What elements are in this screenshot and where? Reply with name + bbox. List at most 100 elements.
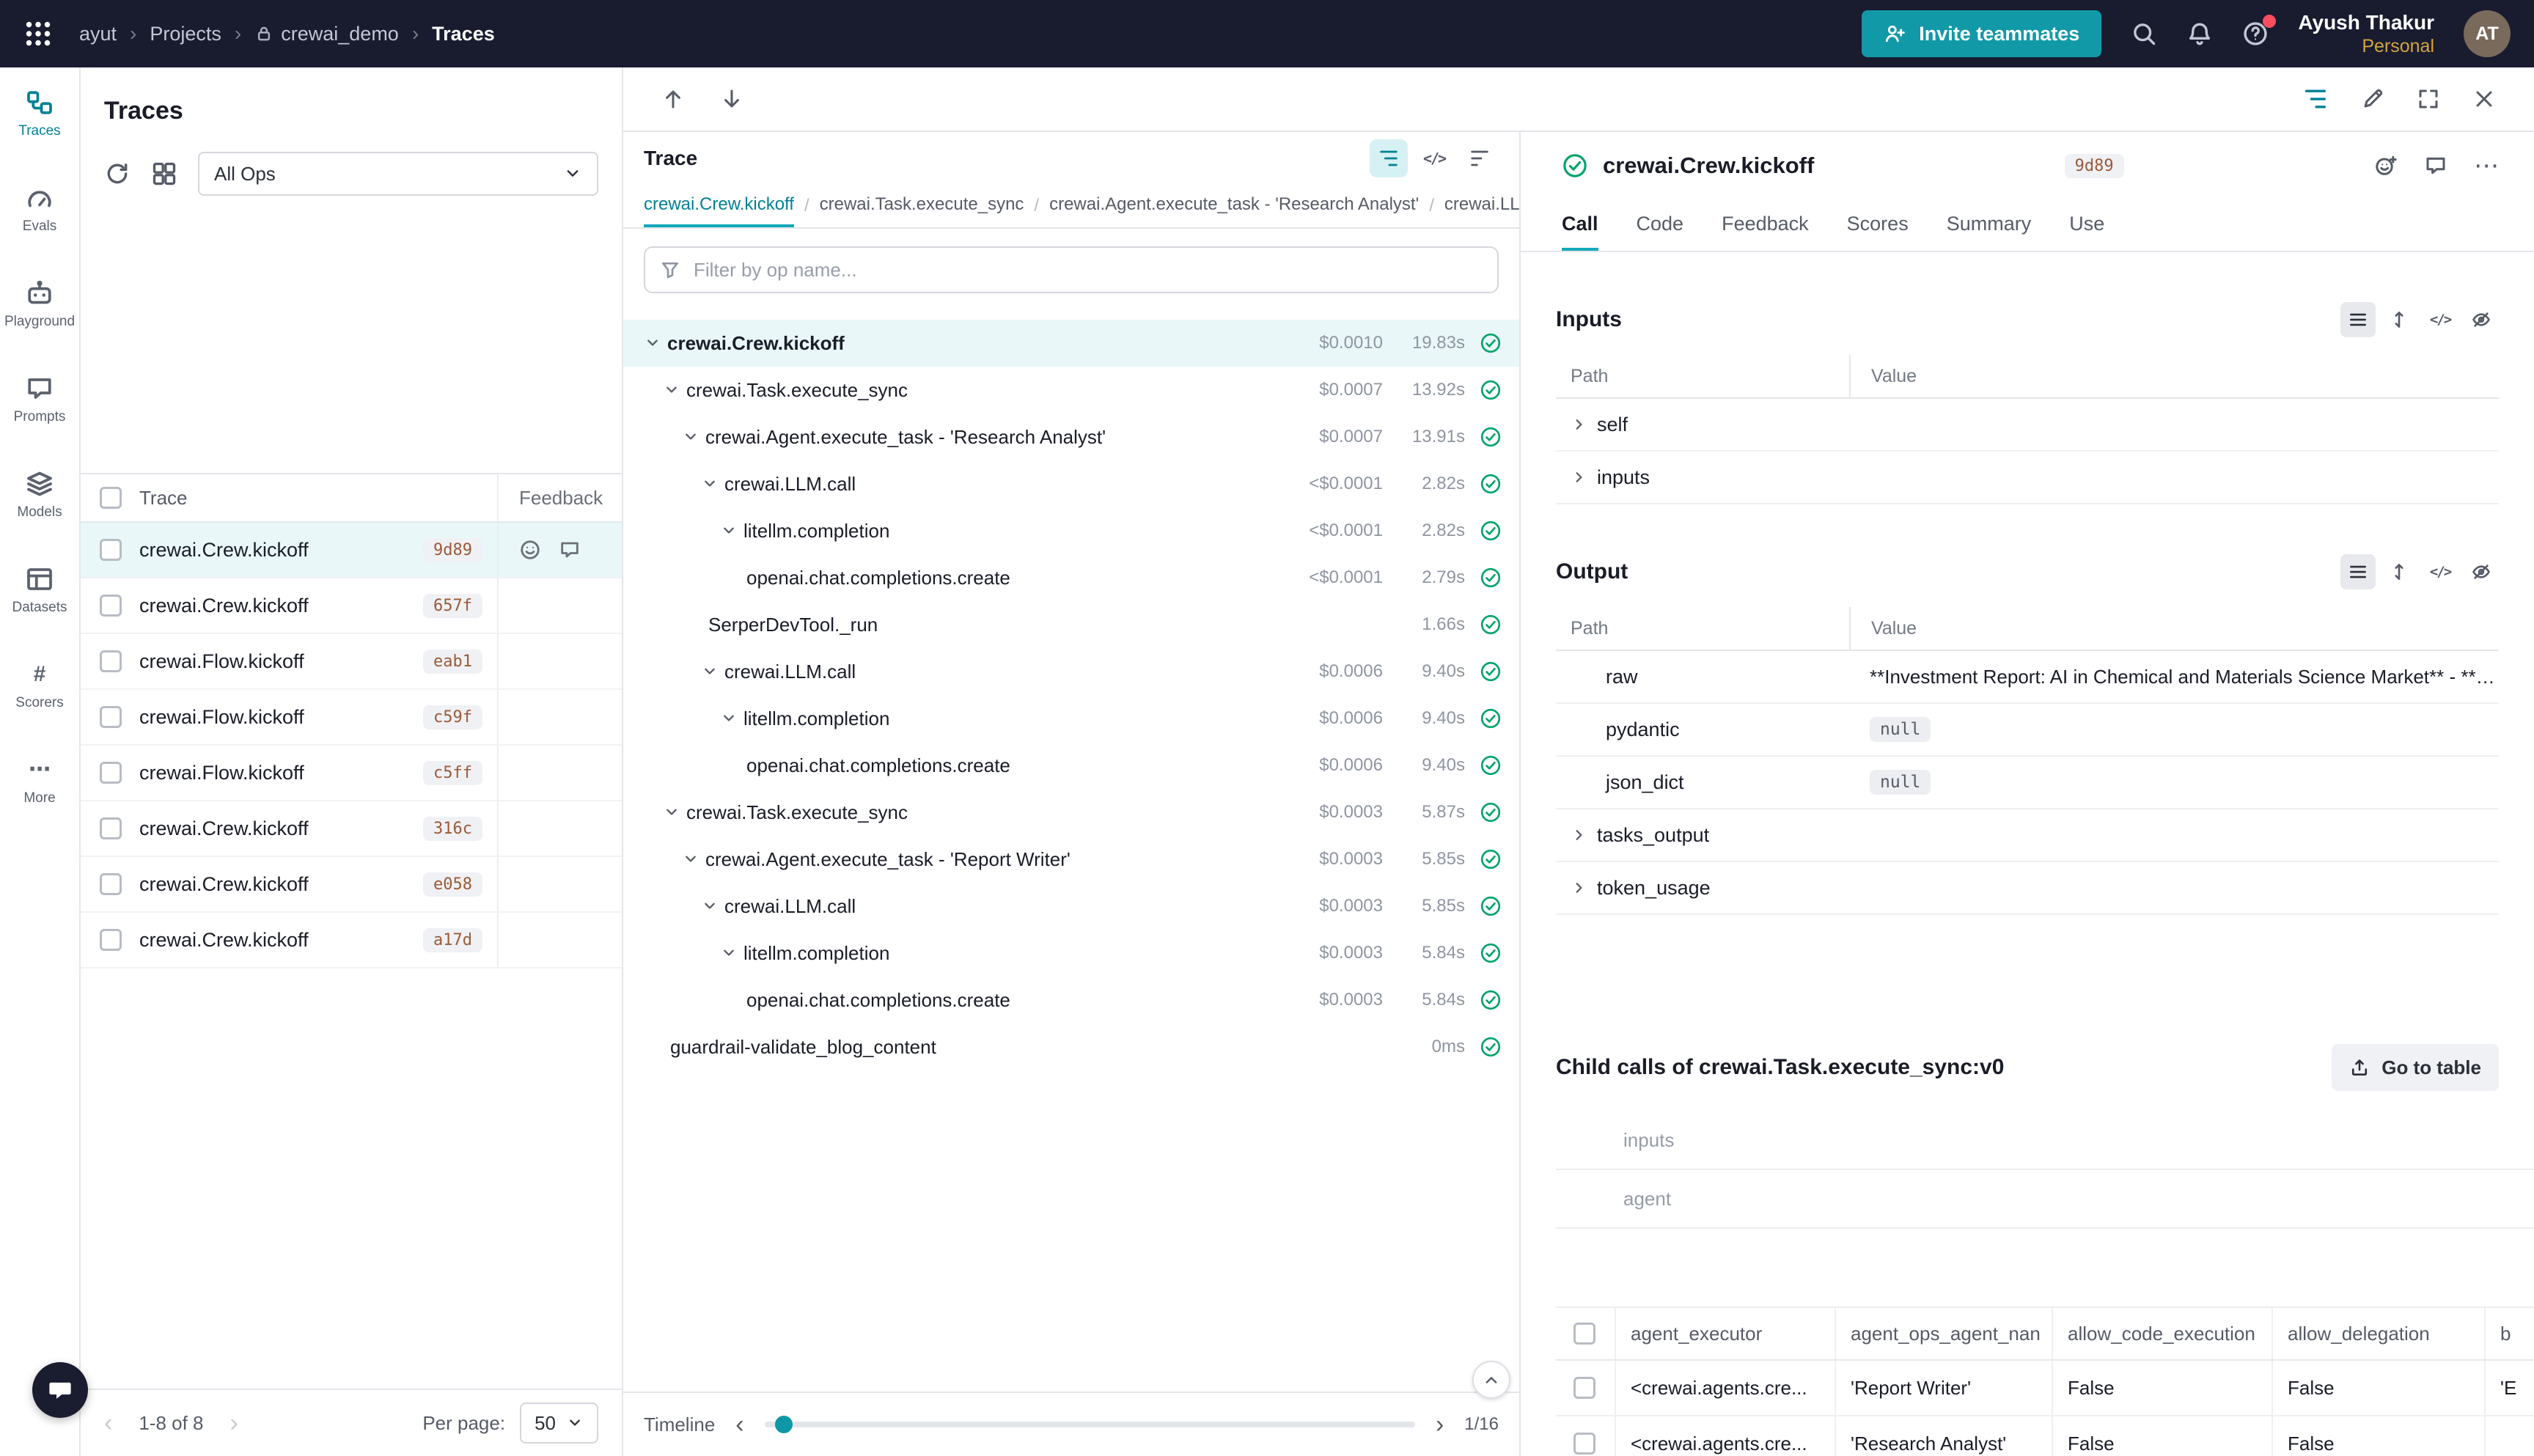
refresh-button[interactable]: [104, 161, 131, 187]
avatar[interactable]: AT: [2464, 10, 2511, 57]
column-header-feedback[interactable]: Feedback: [497, 474, 622, 521]
hide-values-button[interactable]: [2464, 554, 2499, 589]
trace-tree-row[interactable]: crewai.Task.execute_sync$0.000713.92s: [623, 367, 1519, 413]
expand-row-icon[interactable]: [1571, 416, 1588, 433]
child-call-row[interactable]: <crewai.agents.cre...'Report Writer'Fals…: [1556, 1361, 2534, 1416]
code-json-button[interactable]: </>: [2423, 302, 2458, 337]
help-button[interactable]: [2242, 21, 2269, 47]
tab-code[interactable]: Code: [1637, 199, 1684, 251]
columns-settings-button[interactable]: [151, 161, 177, 187]
next-call-button[interactable]: [720, 87, 743, 111]
sidebar-item-traces[interactable]: Traces: [3, 88, 76, 139]
op-name-filter-input[interactable]: [694, 259, 1483, 282]
support-chat-button[interactable]: [32, 1362, 88, 1418]
prev-page-button[interactable]: ‹: [104, 1411, 112, 1435]
tab-feedback[interactable]: Feedback: [1722, 199, 1809, 251]
expand-collapse-icon[interactable]: [701, 897, 719, 915]
trace-op-name[interactable]: crewai.Flow.kickoff: [139, 762, 304, 784]
trace-tree-row[interactable]: litellm.completion$0.00069.40s: [623, 695, 1519, 742]
trace-tree-row[interactable]: crewai.Agent.execute_task - 'Report Writ…: [623, 836, 1519, 883]
trace-path-chip[interactable]: crewai.Agent.execute_task - 'Research An…: [1049, 185, 1419, 227]
comment-icon[interactable]: [559, 539, 581, 561]
code-json-button[interactable]: </>: [2423, 554, 2458, 589]
timeline-slider-handle[interactable]: [775, 1416, 793, 1433]
expand-collapse-icon[interactable]: [701, 475, 719, 493]
trace-op-name[interactable]: crewai.Crew.kickoff: [139, 595, 309, 617]
trace-tree-row[interactable]: openai.chat.completions.create$0.00069.4…: [623, 742, 1519, 789]
tab-scores[interactable]: Scores: [1847, 199, 1909, 251]
call-id-badge[interactable]: eab1: [423, 650, 482, 674]
trace-op-name[interactable]: crewai.Crew.kickoff: [139, 929, 309, 952]
trace-path-chip[interactable]: crewai.LLM.cal: [1444, 185, 1519, 227]
trace-tree-row[interactable]: crewai.Crew.kickoff$0.001019.83s: [623, 320, 1519, 367]
sidebar-item-evals[interactable]: Evals: [3, 183, 76, 235]
edit-icon[interactable]: [2361, 87, 2384, 111]
code-view-button[interactable]: </>: [1415, 139, 1453, 177]
call-id-badge[interactable]: a17d: [423, 928, 482, 952]
trace-tree-row[interactable]: guardrail-validate_blog_content0ms: [623, 1023, 1519, 1070]
trace-row[interactable]: crewai.Crew.kickoff a17d: [81, 913, 622, 968]
expand-row-icon[interactable]: [1571, 879, 1588, 897]
trace-row[interactable]: crewai.Flow.kickoff eab1: [81, 634, 622, 690]
trace-row[interactable]: crewai.Crew.kickoff 657f: [81, 578, 622, 634]
ops-filter-select[interactable]: All Ops: [198, 152, 598, 196]
trace-path-chip[interactable]: crewai.Crew.kickoff: [644, 185, 794, 227]
breadcrumb-crewai_demo[interactable]: crewai_demo: [254, 23, 399, 45]
row-checkbox[interactable]: [1573, 1377, 1595, 1399]
expand-collapse-icon[interactable]: [720, 944, 738, 962]
trace-tree-row[interactable]: crewai.LLM.call$0.00035.85s: [623, 883, 1519, 930]
expand-row-icon[interactable]: [1571, 468, 1588, 486]
close-icon[interactable]: [2472, 87, 2496, 111]
next-page-button[interactable]: ›: [230, 1411, 238, 1435]
call-id-badge[interactable]: c5ff: [423, 761, 482, 785]
expand-row-icon[interactable]: [1571, 826, 1588, 844]
kv-row-inputs[interactable]: inputs: [1556, 452, 2499, 504]
breadcrumb-traces[interactable]: Traces: [432, 23, 495, 45]
trace-tree-row[interactable]: SerperDevTool._run1.66s: [623, 601, 1519, 648]
trace-tree-row[interactable]: openai.chat.completions.create<$0.00012.…: [623, 554, 1519, 601]
column-header[interactable]: allow_delegation: [2272, 1308, 2484, 1359]
expand-collapse-icon[interactable]: [663, 804, 680, 821]
timeline-next-button[interactable]: ›: [1436, 1412, 1444, 1437]
row-checkbox[interactable]: [100, 650, 122, 672]
breadcrumb-projects[interactable]: Projects: [150, 23, 221, 45]
go-to-table-button[interactable]: Go to table: [2332, 1044, 2499, 1091]
select-all-checkbox[interactable]: [100, 487, 122, 509]
tab-call[interactable]: Call: [1562, 199, 1598, 251]
toggle-tree-panel-button[interactable]: [2302, 86, 2329, 112]
row-checkbox[interactable]: [100, 817, 122, 839]
timeline-prev-button[interactable]: ‹: [735, 1412, 743, 1437]
trace-row[interactable]: crewai.Crew.kickoff316c: [81, 801, 622, 857]
expand-collapse-icon[interactable]: [682, 850, 699, 868]
call-id-badge[interactable]: 316c: [423, 817, 482, 841]
trace-path-chip[interactable]: crewai.Task.execute_sync: [820, 185, 1024, 227]
per-page-select[interactable]: 50: [520, 1402, 598, 1444]
add-reaction-icon[interactable]: [2374, 154, 2398, 177]
trace-op-name[interactable]: crewai.Flow.kickoff: [139, 650, 304, 673]
row-checkbox[interactable]: [100, 595, 122, 617]
call-id-badge[interactable]: 657f: [423, 594, 482, 618]
expand-all-button[interactable]: [2381, 302, 2417, 337]
trace-tree-row[interactable]: openai.chat.completions.create$0.00035.8…: [623, 977, 1519, 1023]
tab-summary[interactable]: Summary: [1947, 199, 2032, 251]
comment-icon[interactable]: [2424, 154, 2447, 177]
trace-tree-row[interactable]: crewai.LLM.call<$0.00012.82s: [623, 460, 1519, 507]
trace-row[interactable]: crewai.Flow.kickoff c5ff: [81, 746, 622, 801]
child-call-row[interactable]: <crewai.agents.cre...'Research Analyst'F…: [1556, 1416, 2534, 1456]
trace-tree-row[interactable]: litellm.completion<$0.00012.82s: [623, 507, 1519, 554]
trace-op-name[interactable]: crewai.Crew.kickoff: [139, 873, 309, 896]
collapse-panel-button[interactable]: [1472, 1361, 1510, 1399]
expand-collapse-icon[interactable]: [720, 522, 738, 540]
tab-use[interactable]: Use: [2069, 199, 2104, 251]
call-id-badge[interactable]: 9d89: [2065, 154, 2124, 178]
trace-row[interactable]: crewai.Crew.kickoffe058: [81, 857, 622, 913]
trace-row[interactable]: crewai.Flow.kickoffc59f: [81, 690, 622, 746]
op-name-filter[interactable]: [644, 246, 1499, 293]
row-checkbox[interactable]: [100, 873, 122, 895]
call-id-badge[interactable]: 9d89: [423, 538, 482, 562]
timeline-slider[interactable]: [765, 1422, 1415, 1427]
hide-values-button[interactable]: [2464, 302, 2499, 337]
sidebar-item-scorers[interactable]: #Scorers: [3, 660, 76, 711]
list-view-button[interactable]: [2340, 302, 2376, 337]
breadcrumb-ayut[interactable]: ayut: [79, 23, 117, 45]
